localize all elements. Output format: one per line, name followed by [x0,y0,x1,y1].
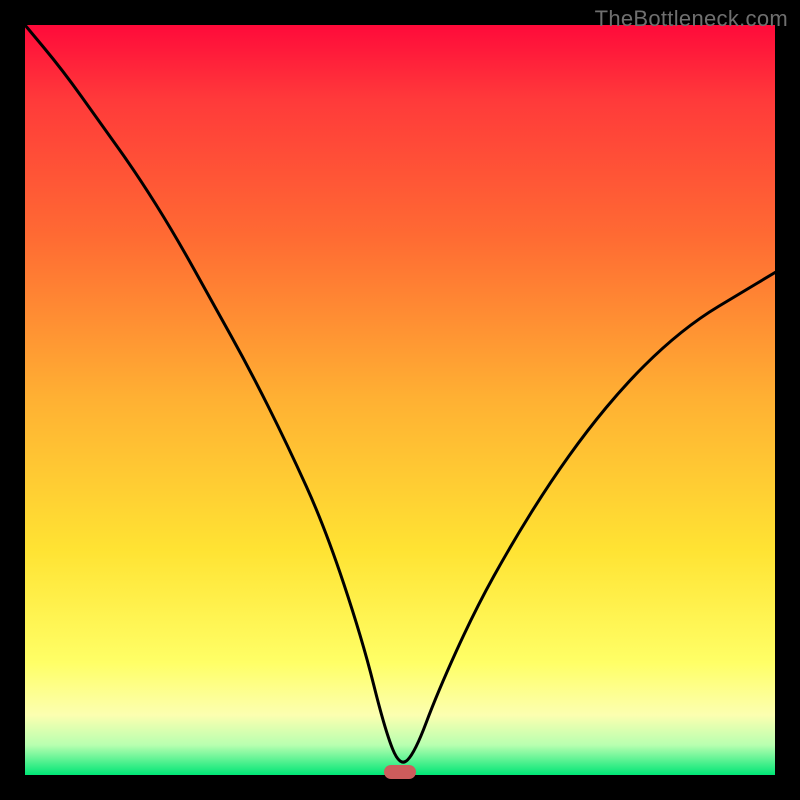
optimal-point-marker [384,765,416,779]
chart-frame: TheBottleneck.com [0,0,800,800]
bottleneck-curve [25,25,775,762]
watermark-text: TheBottleneck.com [595,6,788,32]
plot-area [25,25,775,775]
curve-layer [25,25,775,775]
